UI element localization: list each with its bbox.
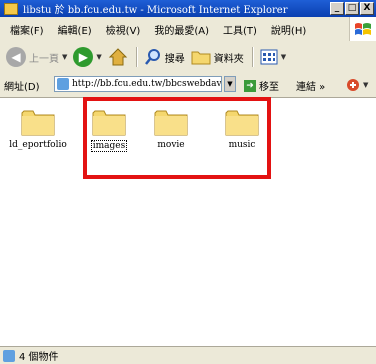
window-title: libstu 於 bb.fcu.edu.tw - Microsoft Inter… bbox=[23, 5, 288, 16]
menu-bar: 檔案(F) 編輯(E) 檢視(V) 我的最愛(A) 工具(T) 說明(H) bbox=[0, 17, 376, 42]
address-input[interactable]: http://bb.fcu.edu.tw/bbcswebdav/use bbox=[54, 76, 222, 92]
menu-favorites[interactable]: 我的最愛(A) bbox=[154, 22, 209, 37]
search-icon bbox=[144, 49, 160, 65]
search-label: 搜尋 bbox=[164, 53, 185, 65]
window-controls: _ □ X bbox=[330, 2, 374, 15]
menu-view[interactable]: 檢視(V) bbox=[106, 22, 141, 37]
title-bar[interactable]: libstu 於 bb.fcu.edu.tw - Microsoft Inter… bbox=[0, 0, 376, 17]
folder-icon bbox=[191, 51, 211, 65]
maximize-button[interactable]: □ bbox=[345, 2, 359, 15]
extension-button[interactable]: ▼ bbox=[346, 78, 368, 92]
chevron-down-icon[interactable]: ▼ bbox=[96, 53, 101, 61]
standard-toolbar: ◀ 上一頁 ▼ ▶ ▼ 搜尋 資料夾 ▼ bbox=[0, 41, 376, 74]
extension-icon bbox=[347, 79, 359, 91]
go-arrow-icon: ➜ bbox=[244, 79, 256, 92]
folder-label: ld_eportfolio bbox=[9, 140, 67, 150]
toolbar-divider bbox=[251, 47, 254, 67]
home-button[interactable] bbox=[108, 47, 128, 67]
chevron-down-icon[interactable]: ▼ bbox=[62, 53, 67, 61]
minimize-button[interactable]: _ bbox=[330, 2, 344, 15]
folder-icon bbox=[21, 108, 55, 136]
address-label: 網址(D) bbox=[4, 81, 40, 93]
views-button[interactable]: ▼ bbox=[260, 49, 286, 65]
back-label: 上一頁 bbox=[29, 53, 59, 65]
folders-button[interactable]: 資料夾 bbox=[191, 49, 244, 65]
address-url: http://bb.fcu.edu.tw/bbcswebdav/use bbox=[72, 79, 222, 89]
status-bar: 4 個物件 bbox=[0, 346, 376, 364]
toolbar-divider bbox=[135, 47, 138, 67]
folder-item[interactable]: ld_eportfolio bbox=[6, 108, 70, 150]
chevron-down-icon[interactable]: ▼ bbox=[363, 81, 368, 89]
back-arrow-icon: ◀ bbox=[6, 47, 26, 67]
menu-tools[interactable]: 工具(T) bbox=[223, 22, 257, 37]
page-icon bbox=[57, 78, 69, 90]
go-button[interactable]: ➜ 移至 bbox=[244, 78, 279, 93]
status-text: 4 個物件 bbox=[19, 352, 59, 363]
highlight-annotation-box bbox=[83, 97, 271, 179]
back-button[interactable]: ◀ 上一頁 ▼ bbox=[6, 47, 67, 67]
menu-edit[interactable]: 編輯(E) bbox=[58, 22, 92, 37]
go-label: 移至 bbox=[259, 82, 279, 93]
close-button[interactable]: X bbox=[360, 2, 374, 15]
menu-file[interactable]: 檔案(F) bbox=[10, 22, 44, 37]
status-page-icon bbox=[3, 349, 15, 362]
address-dropdown-button[interactable]: ▼ bbox=[224, 76, 236, 92]
ie-window-icon[interactable] bbox=[4, 2, 18, 15]
windows-logo-icon bbox=[349, 17, 376, 41]
chevron-down-icon[interactable]: ▼ bbox=[281, 53, 286, 61]
address-bar: 網址(D) http://bb.fcu.edu.tw/bbcswebdav/us… bbox=[0, 73, 376, 98]
folders-label: 資料夾 bbox=[213, 53, 244, 65]
forward-arrow-icon: ▶ bbox=[73, 47, 94, 67]
forward-button[interactable]: ▶ ▼ bbox=[73, 47, 102, 67]
search-button[interactable]: 搜尋 bbox=[144, 48, 185, 66]
views-icon bbox=[260, 49, 278, 65]
links-button[interactable]: 連結 » bbox=[296, 78, 325, 93]
menu-help[interactable]: 說明(H) bbox=[271, 22, 306, 37]
home-icon bbox=[108, 48, 127, 66]
